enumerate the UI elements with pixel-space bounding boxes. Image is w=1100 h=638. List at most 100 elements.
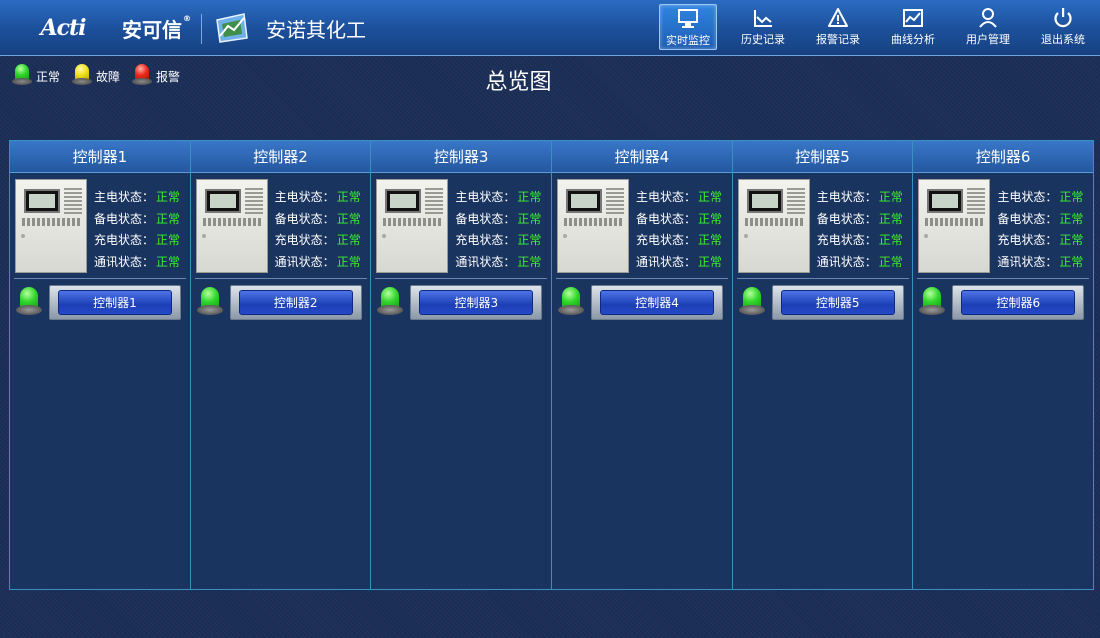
charging-label: 充电状态： [94, 233, 155, 247]
nav-user-management[interactable]: 用户管理 [959, 4, 1017, 50]
user-icon [979, 8, 997, 28]
backup-power-value: 正常 [156, 211, 181, 226]
controller-button-frame: 控制器4 [591, 285, 724, 320]
status-list: 主电状态： 正常 备电状态： 正常 充电状态： 正常 通讯状态： 正常 [455, 187, 541, 273]
comm-value: 正常 [336, 254, 361, 269]
backup-power-value: 正常 [698, 211, 723, 226]
comm-label: 通讯状态： [816, 254, 877, 269]
main-power-value: 正常 [156, 190, 181, 204]
panel-divider [194, 278, 367, 279]
nav-label: 退出系统 [1041, 33, 1085, 46]
charging-value: 正常 [1059, 233, 1084, 247]
status-list: 主电状态： 正常 备电状态： 正常 充电状态： 正常 通讯状态： 正常 [997, 187, 1083, 273]
controller-button-frame: 控制器1 [49, 285, 181, 320]
charging-value: 正常 [878, 233, 903, 247]
backup-power-label: 备电状态： [94, 211, 155, 226]
comm-label: 通讯状态： [636, 254, 697, 269]
comm-value: 正常 [878, 254, 903, 269]
main-power-value: 正常 [336, 190, 361, 204]
main-nav: 实时监控 历史记录 报警记录 曲线分析 用户管理 退出系统 [642, 4, 1092, 50]
logo-text-cn-value: 安可信 [122, 17, 182, 42]
controller-device-image [737, 179, 810, 273]
controller-1-button[interactable]: 控制器1 [58, 290, 172, 315]
app-header: Acti 安可信® 安诺其化工 实时监控 历史记录 报警记录 曲线分析 用户管理… [0, 0, 1100, 56]
nav-label: 曲线分析 [891, 33, 935, 46]
comm-label: 通讯状态： [997, 254, 1058, 269]
comm-label: 通讯状态： [455, 254, 516, 269]
main-power-label: 主电状态： [636, 190, 697, 204]
page-title: 总览图 [485, 70, 552, 95]
nav-label: 用户管理 [966, 33, 1010, 46]
device-info: 主电状态： 正常 备电状态： 正常 充电状态： 正常 通讯状态： 正常 [375, 179, 547, 275]
logo-mark: Acti [8, 13, 118, 43]
nav-label: 实时监控 [666, 34, 710, 47]
nav-exit-system[interactable]: 退出系统 [1034, 4, 1092, 50]
controller-button-frame: 控制器2 [229, 285, 362, 320]
controller-device-image [376, 179, 449, 273]
controller-device-image [557, 179, 630, 273]
controller-device-image [195, 179, 268, 273]
controller-button-frame: 控制器5 [771, 285, 904, 320]
green-lamp-icon [196, 287, 223, 315]
green-lamp-icon [377, 287, 404, 315]
controller-panel: 控制器5 主电状态： 正常 备电状态： 正常 充电状态： 正常 通讯状态： 正常 控制器… [732, 141, 914, 589]
charging-value: 正常 [336, 233, 361, 247]
device-info: 主电状态： 正常 备电状态： 正常 充电状态： 正常 通讯状态： 正常 [14, 179, 186, 275]
controller-4-button[interactable]: 控制器4 [600, 290, 715, 315]
green-lamp-icon [16, 287, 42, 315]
backup-power-label: 备电状态： [455, 211, 516, 226]
main-power-label: 主电状态： [816, 190, 877, 204]
panel-title: 控制器5 [732, 141, 913, 173]
main-power-label: 主电状态： [997, 190, 1058, 204]
panel-divider [14, 278, 186, 279]
status-list: 主电状态： 正常 备电状态： 正常 充电状态： 正常 通讯状态： 正常 [94, 187, 180, 273]
main-power-value: 正常 [1059, 190, 1084, 204]
controller-panels: 控制器1 主电状态： 正常 备电状态： 正常 充电状态： 正常 通讯状态： 正常 控制器… [9, 140, 1094, 590]
controller-button-frame: 控制器6 [952, 285, 1085, 320]
nav-alarm-records[interactable]: 报警记录 [809, 4, 867, 50]
device-info: 主电状态： 正常 备电状态： 正常 充电状态： 正常 通讯状态： 正常 [556, 179, 728, 275]
backup-power-label: 备电状态： [636, 211, 697, 226]
panel-divider [917, 278, 1090, 279]
controller-2-button[interactable]: 控制器2 [238, 290, 353, 315]
controller-panel: 控制器3 主电状态： 正常 备电状态： 正常 充电状态： 正常 通讯状态： 正常 控制器… [371, 141, 553, 589]
panel-title: 控制器2 [190, 141, 371, 173]
panel-title: 控制器3 [371, 141, 552, 173]
backup-power-label: 备电状态： [997, 211, 1058, 226]
charging-label: 充电状态： [997, 233, 1058, 247]
controller-6-button[interactable]: 控制器6 [961, 290, 1076, 315]
action-row: 控制器4 [556, 283, 728, 320]
charging-value: 正常 [517, 233, 542, 247]
action-row: 控制器6 [917, 283, 1089, 320]
controller-panel: 控制器4 主电状态： 正常 备电状态： 正常 充电状态： 正常 通讯状态： 正常 控制器… [552, 141, 733, 589]
charging-label: 充电状态： [455, 233, 516, 247]
main-power-label: 主电状态： [274, 190, 335, 204]
header-divider [201, 14, 202, 44]
main-power-value: 正常 [878, 190, 903, 204]
controller-panel: 控制器2 主电状态： 正常 备电状态： 正常 充电状态： 正常 通讯状态： 正常 控制器… [190, 141, 372, 589]
nav-curve-analysis[interactable]: 曲线分析 [884, 4, 942, 50]
comm-value: 正常 [698, 254, 723, 269]
controller-device-image [15, 179, 87, 273]
backup-power-value: 正常 [517, 211, 542, 226]
controller-panel: 控制器1 主电状态： 正常 备电状态： 正常 充电状态： 正常 通讯状态： 正常 控制器… [10, 141, 191, 589]
backup-power-label: 备电状态： [816, 211, 877, 226]
charging-value: 正常 [698, 233, 723, 247]
company-map-icon [214, 12, 250, 44]
power-icon [1054, 8, 1072, 28]
charging-label: 充电状态： [636, 233, 697, 247]
status-list: 主电状态： 正常 备电状态： 正常 充电状态： 正常 通讯状态： 正常 [817, 187, 903, 273]
backup-power-value: 正常 [336, 211, 361, 226]
nav-realtime-monitor[interactable]: 实时监控 [659, 4, 717, 50]
device-info: 主电状态： 正常 备电状态： 正常 充电状态： 正常 通讯状态： 正常 [737, 179, 909, 275]
device-info: 主电状态： 正常 备电状态： 正常 充电状态： 正常 通讯状态： 正常 [195, 179, 367, 275]
charging-label: 充电状态： [816, 233, 877, 247]
controller-3-button[interactable]: 控制器3 [419, 290, 534, 315]
backup-power-value: 正常 [878, 211, 903, 226]
action-row: 控制器2 [195, 283, 367, 320]
status-list: 主电状态： 正常 备电状态： 正常 充电状态： 正常 通讯状态： 正常 [636, 187, 722, 273]
device-info: 主电状态： 正常 备电状态： 正常 充电状态： 正常 通讯状态： 正常 [917, 179, 1089, 275]
nav-history[interactable]: 历史记录 [734, 4, 792, 50]
main-power-value: 正常 [698, 190, 723, 204]
controller-5-button[interactable]: 控制器5 [780, 290, 895, 315]
